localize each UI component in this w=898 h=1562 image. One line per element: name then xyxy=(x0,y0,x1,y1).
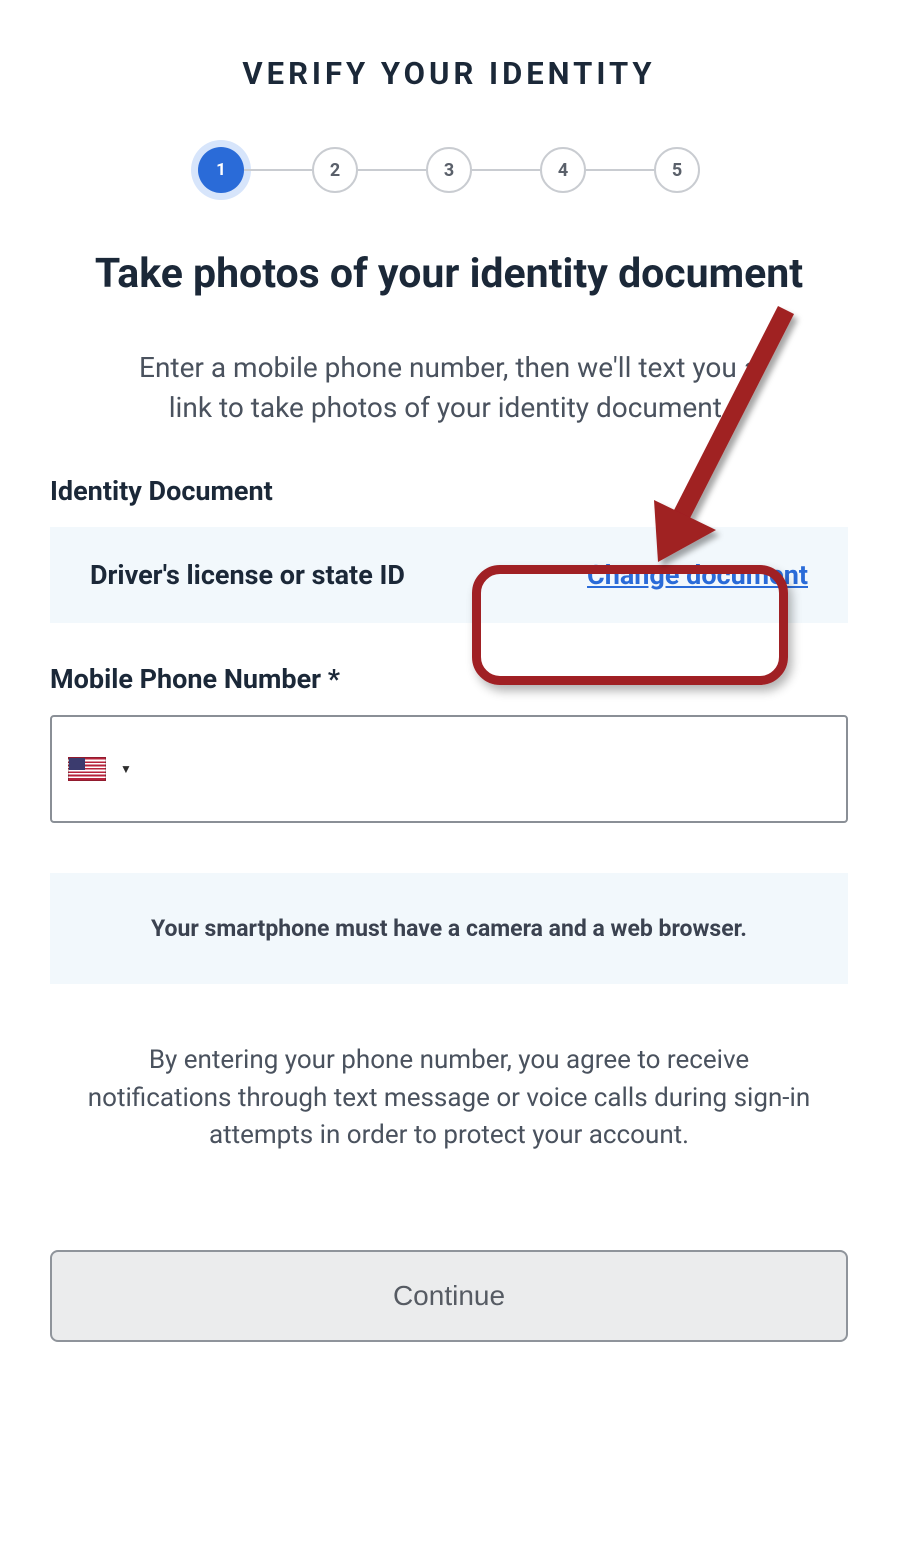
phone-input[interactable] xyxy=(132,717,846,821)
chevron-down-icon: ▼ xyxy=(120,762,132,776)
identity-document-section: Identity Document Driver's license or st… xyxy=(50,475,848,623)
step-line xyxy=(358,169,426,171)
step-line xyxy=(244,169,312,171)
us-flag-icon xyxy=(68,757,106,781)
section-heading: Take photos of your identity document xyxy=(95,248,803,300)
continue-button[interactable]: Continue xyxy=(50,1250,848,1342)
change-document-link[interactable]: Change document xyxy=(587,559,808,591)
identity-document-label: Identity Document xyxy=(50,475,848,507)
step-line xyxy=(586,169,654,171)
phone-input-wrapper[interactable]: ▼ xyxy=(50,715,848,823)
step-4: 4 xyxy=(540,147,586,193)
step-5: 5 xyxy=(654,147,700,193)
step-3: 3 xyxy=(426,147,472,193)
phone-label: Mobile Phone Number * xyxy=(50,663,848,695)
country-selector[interactable]: ▼ xyxy=(68,757,132,781)
identity-document-box: Driver's license or state ID Change docu… xyxy=(50,527,848,623)
step-1: 1 xyxy=(198,147,244,193)
identity-document-value: Driver's license or state ID xyxy=(90,559,405,591)
info-box: Your smartphone must have a camera and a… xyxy=(50,873,848,984)
stepper: 1 2 3 4 5 xyxy=(198,147,700,193)
page-title: VERIFY YOUR IDENTITY xyxy=(242,55,655,92)
section-subheading: Enter a mobile phone number, then we'll … xyxy=(139,348,759,426)
phone-section: Mobile Phone Number * ▼ xyxy=(50,663,848,823)
step-line xyxy=(472,169,540,171)
agreement-text: By entering your phone number, you agree… xyxy=(79,1042,819,1155)
step-2: 2 xyxy=(312,147,358,193)
